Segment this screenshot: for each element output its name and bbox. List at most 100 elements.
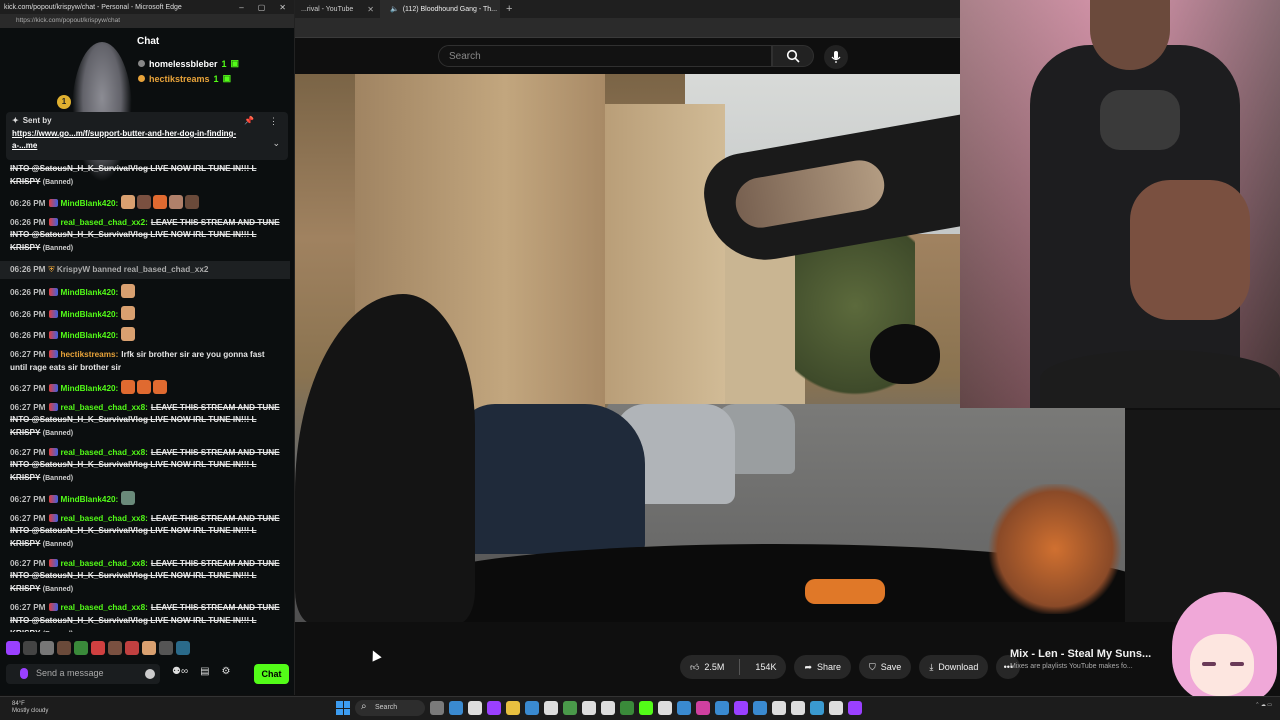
store-icon[interactable]: ▤ (200, 666, 209, 677)
chat-message[interactable]: INTO @SatousN_H_K_SurvivalVlog LIVE NOW … (0, 160, 290, 192)
taskbar-app-icon[interactable] (601, 701, 615, 715)
chat-message[interactable]: 06:27 PM hectikstreams: Irfk sir brother s… (0, 346, 290, 377)
emote-icon[interactable] (23, 641, 37, 655)
settings-gear-icon[interactable]: ⚙ (222, 666, 231, 677)
chat-message[interactable]: 06:26 PM MindBlank420: (0, 192, 290, 214)
taskbar-app-icon[interactable] (829, 701, 843, 715)
taskbar-app-icon[interactable] (734, 701, 748, 715)
chat-system-message[interactable]: 06:26 PM ⛨ KrispyW banned real_based_chad… (0, 260, 290, 280)
chat-message[interactable]: 06:27 PM real_based_chad_xx8: LEAVE THIS S… (0, 599, 290, 632)
emoji-icon[interactable] (145, 669, 155, 679)
taskbar-app-icon[interactable] (810, 701, 824, 715)
message-username[interactable]: MindBlank420: (61, 310, 119, 319)
system-tray[interactable]: ⌃ ☁ ▭ (1255, 702, 1272, 708)
taskbar-app-icon[interactable] (677, 701, 691, 715)
message-username[interactable]: hectikstreams: (61, 350, 119, 359)
youtube-search-input[interactable]: Search (438, 45, 772, 67)
chat-message[interactable]: 06:26 PM MindBlank420: (0, 324, 290, 346)
share-button[interactable]: ➦ Share (794, 655, 852, 679)
emote-icon[interactable] (176, 641, 190, 655)
emote-icon[interactable] (121, 491, 136, 506)
taskbar-app-icon[interactable] (639, 701, 653, 715)
emote-icon[interactable] (91, 641, 105, 655)
emote-icon[interactable] (40, 641, 54, 655)
chat-message[interactable]: 06:26 PM real_based_chad_xx2: LEAVE THIS S… (0, 214, 290, 259)
taskbar-app-icon[interactable] (620, 701, 634, 715)
taskbar-app-icon[interactable] (582, 701, 596, 715)
new-tab-icon[interactable]: + (500, 3, 518, 15)
taskbar-app-icon[interactable] (772, 701, 786, 715)
download-button[interactable]: ⤓ Download (919, 655, 989, 679)
taskbar-app-icon[interactable] (449, 701, 463, 715)
emote-icon[interactable] (169, 195, 184, 210)
chat-message-list[interactable]: INTO @SatousN_H_K_SurvivalVlog LIVE NOW … (0, 160, 290, 632)
chevron-down-icon[interactable]: ⌄ (272, 138, 280, 149)
emote-icon[interactable] (121, 284, 136, 299)
chat-address-bar[interactable]: https://kick.com/popout/krispyw/chat (0, 14, 294, 28)
emote-icon[interactable] (125, 641, 139, 655)
browser-tab[interactable]: ...rival - YouTube ✕ (295, 0, 380, 18)
chat-message[interactable]: 06:27 PM real_based_chad_xx8: LEAVE THIS S… (0, 555, 290, 600)
message-username[interactable]: real_based_chad_xx8: (61, 559, 148, 568)
taskbar-search[interactable]: Search (355, 700, 425, 716)
mic-icon[interactable] (20, 668, 28, 679)
taskbar-app-icon[interactable] (696, 701, 710, 715)
chat-message[interactable]: 06:27 PM MindBlank420: (0, 377, 290, 399)
emote-icon[interactable] (121, 195, 136, 210)
taskbar-app-icon[interactable] (544, 701, 558, 715)
close-icon[interactable]: ✕ (279, 3, 286, 12)
pinned-link[interactable]: https://www.go...m/f/support-butter-and-… (12, 128, 252, 152)
chat-message[interactable]: 06:27 PM real_based_chad_xx8: LEAVE THIS S… (0, 399, 290, 444)
message-username[interactable]: MindBlank420: (61, 288, 119, 297)
taskbar-app-icon[interactable] (715, 701, 729, 715)
emote-icon[interactable] (121, 380, 136, 395)
more-vertical-icon[interactable]: ⋮ (269, 116, 278, 127)
chat-message[interactable]: 06:26 PM MindBlank420: (0, 303, 290, 325)
message-username[interactable]: MindBlank420: (61, 384, 119, 393)
chat-message-input[interactable]: Send a message (6, 664, 160, 684)
weather-widget[interactable]: 84°F Mostly cloudy (12, 701, 48, 715)
taskbar-app-icon[interactable] (563, 701, 577, 715)
emote-icon[interactable] (57, 641, 71, 655)
emote-icon[interactable] (137, 195, 152, 210)
voice-search-button[interactable] (824, 45, 848, 69)
message-username[interactable]: real_based_chad_xx2: (61, 218, 148, 227)
taskbar-app-icon[interactable] (487, 701, 501, 715)
send-chat-button[interactable]: Chat (254, 664, 289, 684)
taskbar-app-icon[interactable] (753, 701, 767, 715)
taskbar-app-icon[interactable] (791, 701, 805, 715)
taskbar-app-icon[interactable] (430, 701, 444, 715)
message-username[interactable]: real_based_chad_xx8: (61, 603, 148, 612)
emote-icon[interactable] (74, 641, 88, 655)
emote-icon[interactable] (159, 641, 173, 655)
message-username[interactable]: MindBlank420: (61, 331, 119, 340)
windows-start-icon[interactable] (336, 701, 350, 715)
like-button[interactable]: 👍︎ 2.5M (680, 655, 734, 679)
taskbar-app-icon[interactable] (506, 701, 520, 715)
message-username[interactable]: MindBlank420: (61, 495, 119, 504)
emote-icon[interactable] (121, 327, 136, 342)
message-username[interactable]: real_based_chad_xx8: (61, 448, 148, 457)
message-username[interactable]: real_based_chad_xx8: (61, 403, 148, 412)
message-username[interactable]: real_based_chad_xx8: (61, 514, 148, 523)
chat-message[interactable]: 06:27 PM real_based_chad_xx8: LEAVE THIS S… (0, 444, 290, 489)
emote-icon[interactable] (185, 195, 200, 210)
close-tab-icon[interactable]: ✕ (367, 5, 374, 14)
chat-message[interactable]: 06:26 PM MindBlank420: (0, 281, 290, 303)
search-button[interactable] (772, 45, 814, 67)
emote-icon[interactable] (121, 305, 136, 320)
dislike-button[interactable]: 154K (745, 655, 786, 679)
emote-icon[interactable] (142, 641, 156, 655)
pinned-message[interactable]: ✦ Sent by https://www.go...m/f/support-b… (6, 112, 288, 160)
taskbar-app-icon[interactable] (848, 701, 862, 715)
maximize-icon[interactable]: ▢ (258, 3, 266, 12)
youtube-address-bar[interactable] (295, 18, 960, 38)
chat-message[interactable]: 06:27 PM MindBlank420: (0, 488, 290, 510)
chat-message[interactable]: 06:27 PM real_based_chad_xx8: LEAVE THIS S… (0, 510, 290, 555)
pin-icon[interactable]: 📌 (244, 116, 254, 125)
speaker-icon[interactable]: 🔈 (390, 5, 399, 13)
emote-icon[interactable] (6, 641, 20, 655)
leaderboard-entry[interactable]: hectikstreams 1 ▣ (138, 73, 231, 84)
users-icon[interactable]: ⚉∞ (172, 666, 188, 677)
emote-icon[interactable] (153, 195, 168, 210)
